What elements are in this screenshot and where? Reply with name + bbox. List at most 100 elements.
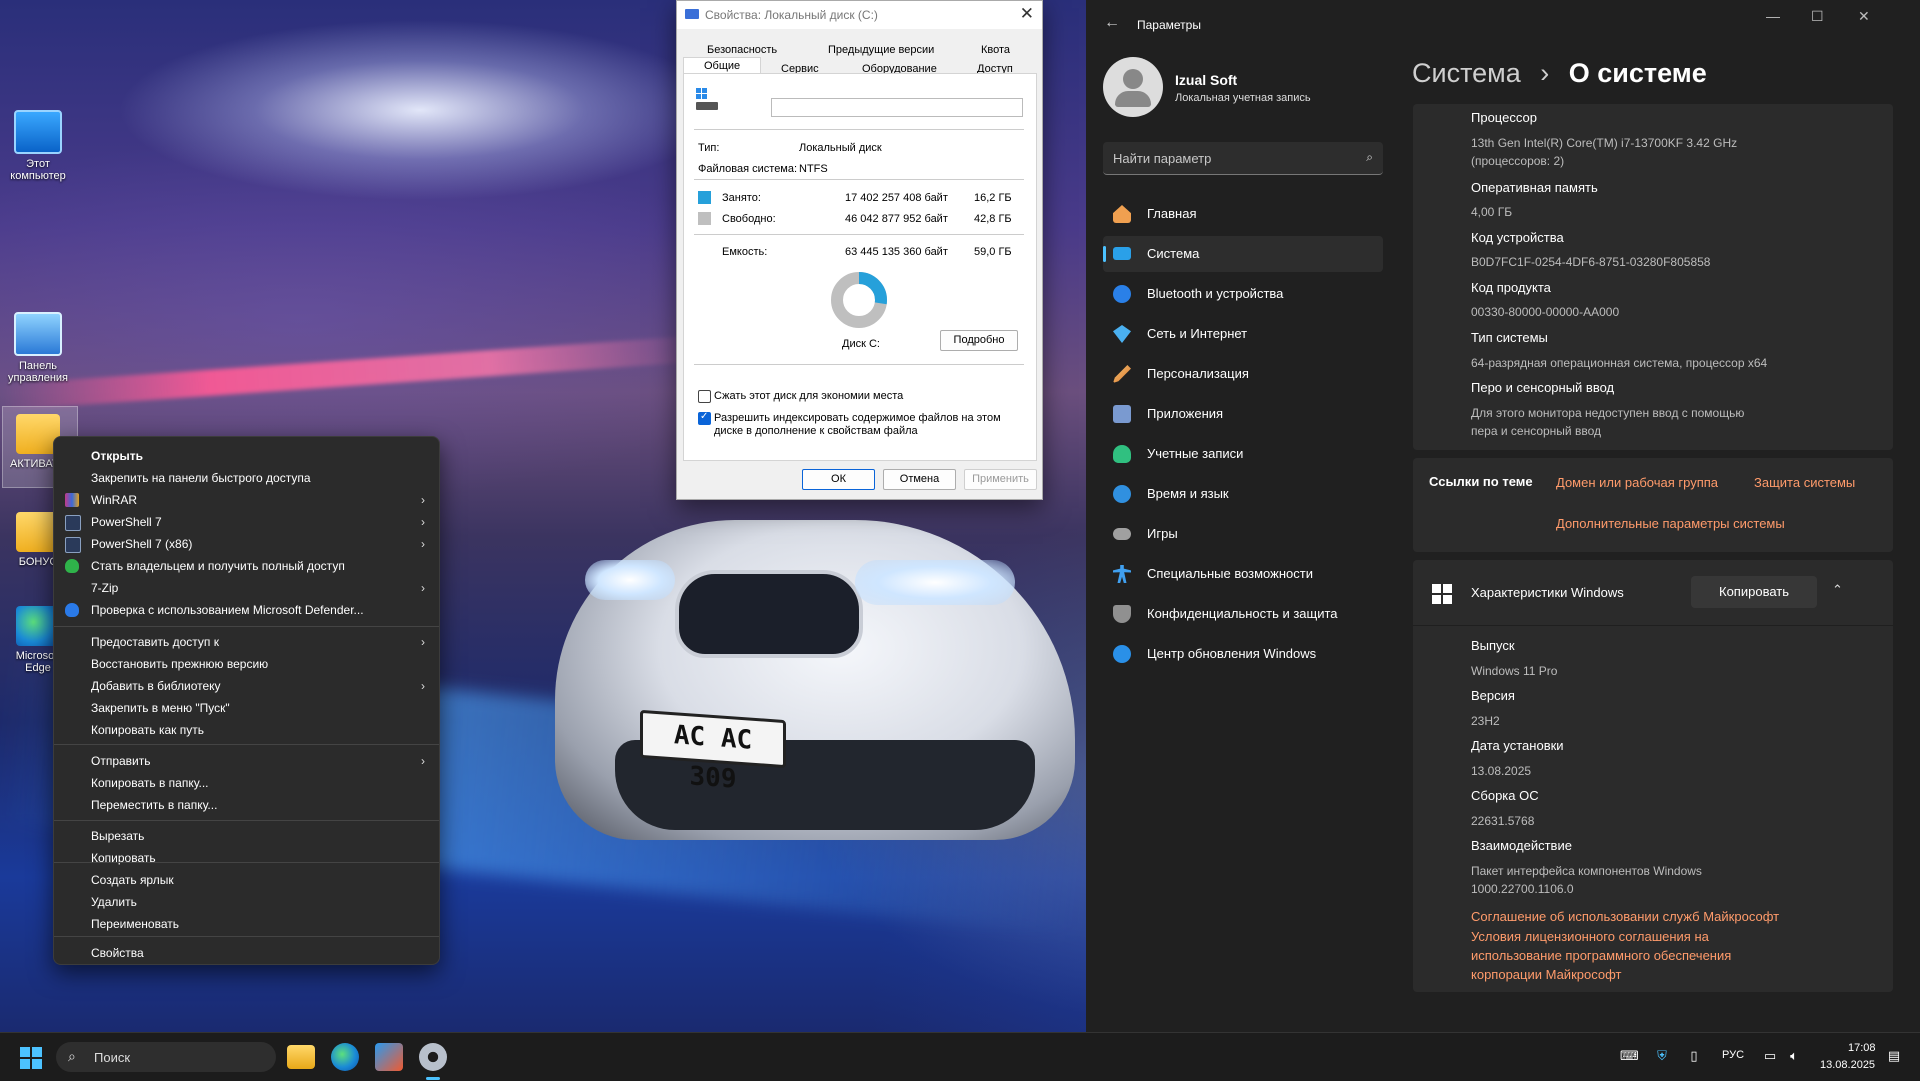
- spec-key: Перо и сенсорный ввод: [1471, 380, 1615, 395]
- menu-item-delete[interactable]: Удалить: [54, 891, 439, 913]
- settings-search-box[interactable]: Найти параметр ⌕: [1103, 142, 1383, 175]
- spec-value-line2: пера и сенсорный ввод: [1471, 424, 1601, 438]
- windows-logo-icon: [20, 1047, 42, 1069]
- menu-item-defender-scan[interactable]: Проверка с использованием Microsoft Defe…: [54, 599, 439, 621]
- menu-item-copy-path[interactable]: Копировать как путь: [54, 719, 439, 741]
- spec-value-line2: 1000.22700.1106.0: [1471, 882, 1574, 896]
- nav-item-accounts[interactable]: Учетные записи: [1103, 436, 1383, 472]
- menu-item-pin-start[interactable]: Закрепить в меню "Пуск": [54, 697, 439, 719]
- copy-button[interactable]: Копировать: [1691, 576, 1817, 608]
- maximize-icon[interactable]: ☐: [1811, 8, 1824, 25]
- back-arrow-icon[interactable]: ←: [1104, 14, 1120, 32]
- menu-item-add-to-library[interactable]: Добавить в библиотеку ›: [54, 675, 439, 697]
- user-avatar[interactable]: [1103, 57, 1163, 117]
- menu-item-open[interactable]: Открыть: [54, 445, 439, 467]
- menu-item-move-to-folder[interactable]: Переместить в папку...: [54, 794, 439, 816]
- cancel-button[interactable]: Отмена: [883, 469, 956, 490]
- link-microsoft-services-agreement[interactable]: Соглашение об использовании служб Майкро…: [1471, 908, 1779, 925]
- ok-button[interactable]: ОК: [802, 469, 875, 490]
- tab-previous-versions[interactable]: Предыдущие версии: [828, 44, 934, 56]
- volume-label-input[interactable]: [771, 98, 1023, 117]
- tab-security[interactable]: Безопасность: [707, 44, 777, 56]
- settings-gear-icon[interactable]: [419, 1043, 447, 1071]
- security-shield-icon[interactable]: ⛨: [1654, 1048, 1670, 1064]
- search-icon: ⌕: [1366, 150, 1373, 164]
- type-value: Локальный диск: [799, 142, 882, 154]
- menu-item-rename[interactable]: Переименовать: [54, 913, 439, 935]
- tab-quota[interactable]: Квота: [981, 44, 1010, 56]
- close-icon[interactable]: ✕: [1020, 4, 1034, 24]
- start-button[interactable]: [20, 1047, 42, 1069]
- volume-icon[interactable]: 🔈︎: [1786, 1048, 1802, 1064]
- nav-item-bluetooth[interactable]: Bluetooth и устройства: [1103, 276, 1383, 312]
- tab-general[interactable]: Общие: [704, 60, 740, 72]
- menu-item-send-to[interactable]: Отправить ›: [54, 750, 439, 772]
- nav-item-home[interactable]: Главная: [1103, 196, 1383, 232]
- menu-item-copy-to-folder[interactable]: Копировать в папку...: [54, 772, 439, 794]
- breadcrumb-parent[interactable]: Система: [1412, 58, 1521, 88]
- brush-icon: [1113, 365, 1131, 383]
- menu-item-restore-previous[interactable]: Восстановить прежнюю версию: [54, 653, 439, 675]
- minimize-icon[interactable]: —: [1766, 8, 1780, 24]
- car-grille: [675, 570, 863, 658]
- link-license-terms-line3[interactable]: корпорации Майкрософт: [1471, 966, 1621, 983]
- spec-key: Процессор: [1471, 110, 1537, 125]
- disk-properties-dialog: Свойства: Локальный диск (C:) ✕ Безопасн…: [676, 0, 1043, 500]
- link-domain-workgroup[interactable]: Домен или рабочая группа: [1556, 475, 1718, 490]
- nav-item-network[interactable]: Сеть и Интернет: [1103, 316, 1383, 352]
- compress-checkbox[interactable]: [698, 390, 711, 403]
- menu-item-take-ownership[interactable]: Стать владельцем и получить полный досту…: [54, 555, 439, 577]
- nav-item-personalization[interactable]: Персонализация: [1103, 356, 1383, 392]
- winrar-icon: [65, 493, 79, 507]
- menu-item-properties[interactable]: Свойства: [54, 942, 439, 964]
- file-explorer-icon[interactable]: [287, 1045, 315, 1069]
- network-monitor-icon[interactable]: ▭: [1762, 1048, 1778, 1064]
- spec-value: 22631.5768: [1471, 814, 1535, 828]
- chevron-up-icon[interactable]: ⌃: [1832, 582, 1843, 598]
- menu-item-powershell7[interactable]: PowerShell 7 ›: [54, 511, 439, 533]
- details-button[interactable]: Подробно: [940, 330, 1018, 351]
- link-license-terms-line2[interactable]: использование программного обеспечения: [1471, 947, 1731, 964]
- menu-item-copy[interactable]: Копировать: [54, 847, 439, 869]
- link-system-protection[interactable]: Защита системы: [1754, 475, 1855, 490]
- nav-item-time-language[interactable]: Время и язык: [1103, 476, 1383, 512]
- index-checkbox[interactable]: [698, 411, 711, 425]
- nav-item-accessibility[interactable]: Специальные возможности: [1103, 556, 1383, 592]
- free-bytes: 46 042 877 952 байт: [845, 213, 948, 225]
- defender-shield-icon: [65, 603, 79, 617]
- clock-time[interactable]: 17:08: [1848, 1042, 1876, 1054]
- spec-key: Сборка ОС: [1471, 788, 1539, 803]
- menu-item-winrar[interactable]: WinRAR ›: [54, 489, 439, 511]
- desktop-icon-control-panel[interactable]: Панель управления: [2, 312, 74, 384]
- menu-item-cut[interactable]: Вырезать: [54, 825, 439, 847]
- menu-item-create-shortcut[interactable]: Создать ярлык: [54, 869, 439, 891]
- clock-date[interactable]: 13.08.2025: [1820, 1059, 1875, 1071]
- nav-item-apps[interactable]: Приложения: [1103, 396, 1383, 432]
- menu-item-pin-quick-access[interactable]: Закрепить на панели быстрого доступа: [54, 467, 439, 489]
- usb-device-icon[interactable]: ▯: [1686, 1048, 1702, 1064]
- input-language[interactable]: РУС: [1722, 1049, 1744, 1061]
- menu-item-powershell7-x86[interactable]: PowerShell 7 (x86) ›: [54, 533, 439, 555]
- menu-item-give-access[interactable]: Предоставить доступ к ›: [54, 631, 439, 653]
- link-advanced-system-settings[interactable]: Дополнительные параметры системы: [1556, 516, 1785, 531]
- search-input[interactable]: Найти параметр: [1113, 151, 1211, 166]
- nav-item-privacy[interactable]: Конфиденциальность и защита: [1103, 596, 1383, 632]
- dialog-title-bar[interactable]: Свойства: Локальный диск (C:) ✕: [677, 1, 1042, 29]
- apply-button[interactable]: Применить: [964, 469, 1037, 490]
- menu-item-7zip[interactable]: 7-Zip ›: [54, 577, 439, 599]
- nav-item-windows-update[interactable]: Центр обновления Windows: [1103, 636, 1383, 672]
- notifications-icon[interactable]: ▤: [1886, 1048, 1902, 1064]
- close-icon[interactable]: ✕: [1858, 8, 1870, 25]
- car-license-plate: AC AC 309: [640, 709, 786, 795]
- taskbar-search-input[interactable]: Поиск: [94, 1050, 130, 1065]
- chevron-right-icon: ›: [421, 515, 425, 529]
- nav-item-gaming[interactable]: Игры: [1103, 516, 1383, 552]
- keyboard-icon[interactable]: ⌨: [1620, 1048, 1639, 1064]
- wallpaper-light-streak: [0, 335, 701, 411]
- store-icon[interactable]: [375, 1043, 403, 1071]
- edge-icon[interactable]: [331, 1043, 359, 1071]
- desktop-icon-this-pc[interactable]: Этот компьютер: [2, 110, 74, 182]
- link-license-terms-line1[interactable]: Условия лицензионного соглашения на: [1471, 928, 1709, 945]
- taskbar-search[interactable]: ⌕ Поиск: [56, 1042, 276, 1072]
- nav-item-system[interactable]: Система: [1103, 236, 1383, 272]
